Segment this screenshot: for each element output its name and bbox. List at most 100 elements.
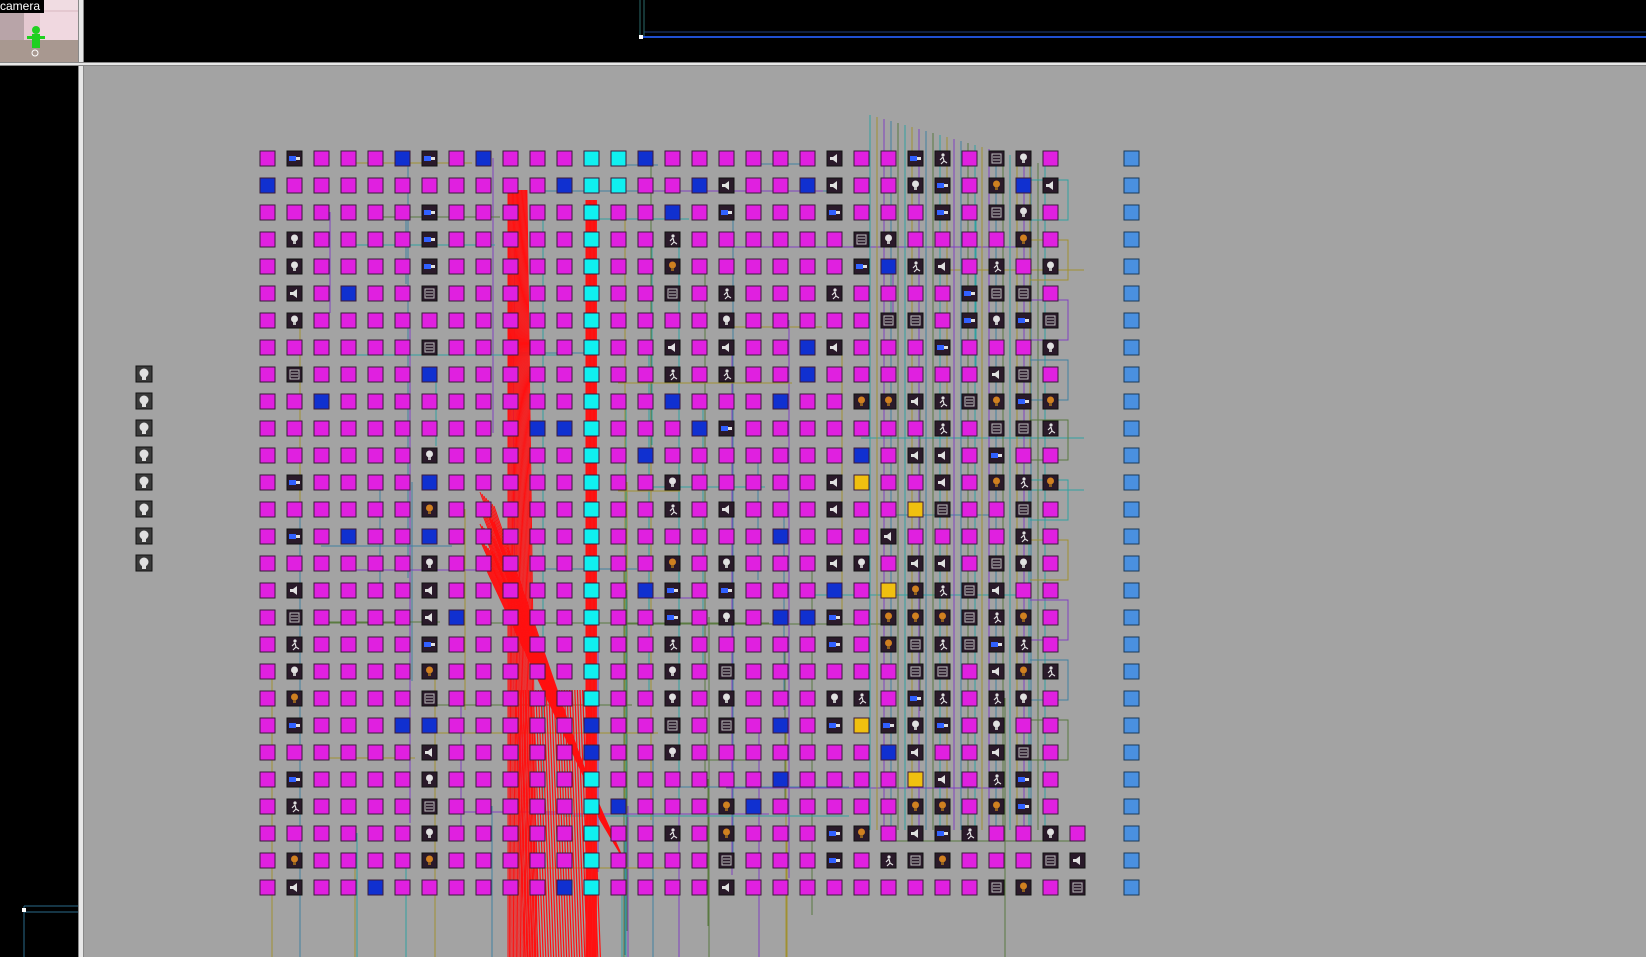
entity-node[interactable] <box>286 825 303 842</box>
entity-icon-node[interactable] <box>988 636 1005 653</box>
entity-node[interactable] <box>502 501 519 518</box>
entity-icon-node[interactable] <box>286 852 303 869</box>
entity-node[interactable] <box>934 744 951 761</box>
entity-node[interactable] <box>475 312 492 329</box>
entity-icon-node[interactable] <box>421 555 438 572</box>
entity-node[interactable] <box>745 744 762 761</box>
entity-icon-node[interactable] <box>1015 150 1032 167</box>
entity-node[interactable] <box>799 582 816 599</box>
entity-node[interactable] <box>502 852 519 869</box>
entity-node[interactable] <box>691 852 708 869</box>
entity-node[interactable] <box>718 447 735 464</box>
entity-node[interactable] <box>421 474 438 491</box>
entity-node[interactable] <box>637 150 654 167</box>
entity-node[interactable] <box>394 258 411 275</box>
entity-node[interactable] <box>691 474 708 491</box>
entity-node[interactable] <box>853 879 870 896</box>
entity-icon-node[interactable] <box>1015 285 1032 302</box>
entity-node[interactable] <box>610 204 627 221</box>
entity-node[interactable] <box>826 582 843 599</box>
entity-icon-node[interactable] <box>934 609 951 626</box>
entity-node[interactable] <box>691 663 708 680</box>
entity-node[interactable] <box>799 744 816 761</box>
entity-node[interactable] <box>583 447 600 464</box>
entity-icon-node[interactable] <box>1042 663 1059 680</box>
entity-icon-node[interactable] <box>907 447 924 464</box>
entity-node[interactable] <box>502 366 519 383</box>
entity-node[interactable] <box>691 771 708 788</box>
entity-node[interactable] <box>313 474 330 491</box>
entity-node[interactable] <box>664 771 681 788</box>
entity-node[interactable] <box>880 744 897 761</box>
mask-icon[interactable] <box>135 500 153 518</box>
entity-node[interactable] <box>961 555 978 572</box>
entity-node[interactable] <box>610 474 627 491</box>
entity-node[interactable] <box>529 393 546 410</box>
entity-node[interactable] <box>583 825 600 842</box>
entity-node[interactable] <box>286 420 303 437</box>
entity-node[interactable] <box>961 447 978 464</box>
entity-node[interactable] <box>556 231 573 248</box>
entity-node[interactable] <box>772 501 789 518</box>
entity-icon-node[interactable] <box>853 231 870 248</box>
entity-icon-node[interactable] <box>988 771 1005 788</box>
entity-node[interactable] <box>313 150 330 167</box>
entity-icon-node[interactable] <box>718 690 735 707</box>
entity-node[interactable] <box>583 150 600 167</box>
entity-node[interactable] <box>475 177 492 194</box>
entity-node[interactable] <box>340 312 357 329</box>
entity-node[interactable] <box>799 393 816 410</box>
entity-node[interactable] <box>610 150 627 167</box>
entity-node[interactable] <box>610 690 627 707</box>
entity-node[interactable] <box>529 528 546 545</box>
entity-node[interactable] <box>799 528 816 545</box>
entity-node[interactable] <box>745 771 762 788</box>
entity-node[interactable] <box>475 879 492 896</box>
entity-node[interactable] <box>718 744 735 761</box>
entity-node[interactable] <box>664 150 681 167</box>
entity-icon-node[interactable] <box>934 501 951 518</box>
entity-node[interactable] <box>475 258 492 275</box>
entity-icon-node[interactable] <box>826 852 843 869</box>
entity-icon-node[interactable] <box>880 852 897 869</box>
entity-icon-node[interactable] <box>1015 312 1032 329</box>
entity-icon-node[interactable] <box>718 582 735 599</box>
entity-node[interactable] <box>610 312 627 329</box>
entity-node[interactable] <box>745 285 762 302</box>
entity-node[interactable] <box>556 879 573 896</box>
entity-node[interactable] <box>745 852 762 869</box>
entity-icon-node[interactable] <box>1015 420 1032 437</box>
entity-node[interactable] <box>556 771 573 788</box>
entity-node[interactable] <box>961 339 978 356</box>
entity-node[interactable] <box>691 825 708 842</box>
entity-icon-node[interactable] <box>988 582 1005 599</box>
entity-node[interactable] <box>637 366 654 383</box>
entity-node[interactable] <box>313 420 330 437</box>
entity-node[interactable] <box>880 798 897 815</box>
entity-node[interactable] <box>340 636 357 653</box>
entity-node[interactable] <box>826 258 843 275</box>
entity-node[interactable] <box>529 636 546 653</box>
entity-node[interactable] <box>880 555 897 572</box>
entity-node[interactable] <box>529 366 546 383</box>
entity-icon-node[interactable] <box>934 177 951 194</box>
entity-node[interactable] <box>691 555 708 572</box>
entity-node[interactable] <box>907 231 924 248</box>
entity-icon-node[interactable] <box>664 366 681 383</box>
entity-node[interactable] <box>583 879 600 896</box>
entity-node[interactable] <box>826 771 843 788</box>
entity-node[interactable] <box>853 447 870 464</box>
entity-icon-node[interactable] <box>907 177 924 194</box>
entity-node[interactable] <box>637 879 654 896</box>
entity-node[interactable] <box>691 339 708 356</box>
entity-icon-node[interactable] <box>286 474 303 491</box>
entity-icon-node[interactable] <box>988 177 1005 194</box>
entity-icon-node[interactable] <box>826 204 843 221</box>
entity-node[interactable] <box>448 150 465 167</box>
entity-node[interactable] <box>745 150 762 167</box>
entity-node[interactable] <box>313 285 330 302</box>
entity-node[interactable] <box>394 771 411 788</box>
entity-node[interactable] <box>583 501 600 518</box>
entity-node[interactable] <box>610 636 627 653</box>
entity-node[interactable] <box>556 798 573 815</box>
